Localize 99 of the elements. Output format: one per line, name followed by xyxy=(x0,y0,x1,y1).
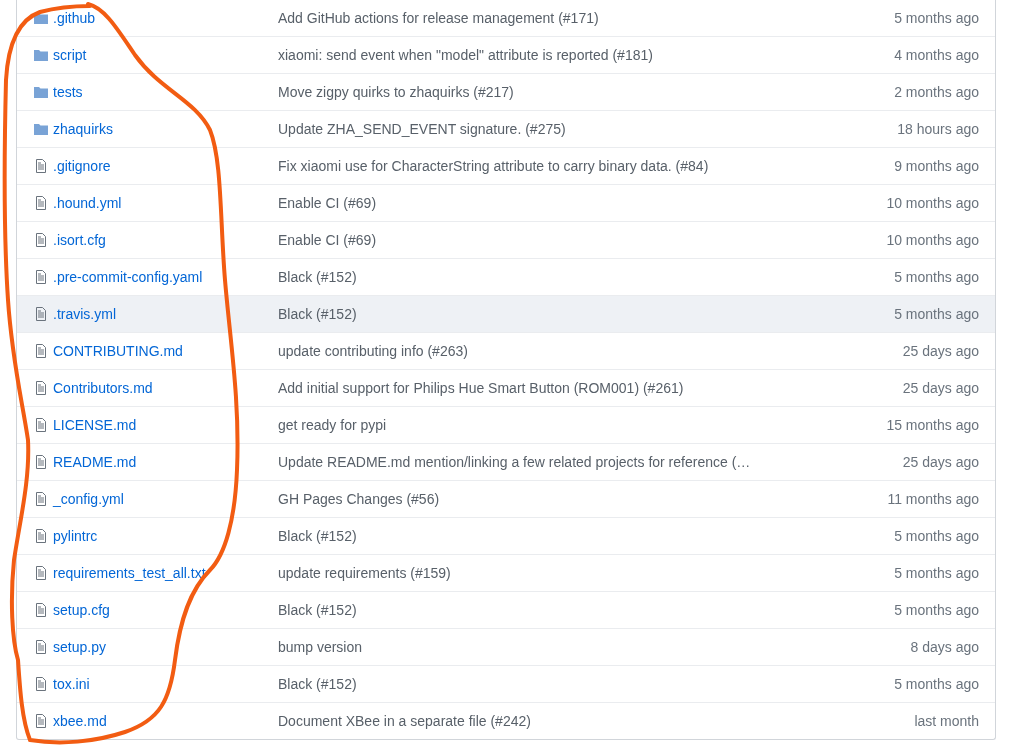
file-icon xyxy=(33,417,49,433)
commit-age: 18 hours ago xyxy=(897,121,979,137)
file-name-link[interactable]: Contributors.md xyxy=(53,380,278,396)
commit-message[interactable]: get ready for pypi xyxy=(278,417,887,433)
commit-message[interactable]: Enable CI (#69) xyxy=(278,232,887,248)
commit-age: 5 months ago xyxy=(894,676,979,692)
commit-message[interactable]: GH Pages Changes (#56) xyxy=(278,491,888,507)
file-row[interactable]: .isort.cfg Enable CI (#69) 10 months ago xyxy=(17,222,995,258)
file-name-link[interactable]: setup.py xyxy=(53,639,278,655)
file-icon xyxy=(33,306,49,322)
file-icon xyxy=(33,380,49,396)
file-icon xyxy=(33,676,49,692)
file-row[interactable]: .gitignore Fix xiaomi use for CharacterString attribute to carry binary data. (#84) 9 months ago xyxy=(17,148,995,184)
file-name-link[interactable]: script xyxy=(53,47,278,63)
commit-message[interactable]: update requirements (#159) xyxy=(278,565,895,581)
file-row[interactable]: pylintrc Black (#152) 5 months ago xyxy=(17,518,995,554)
file-name-link[interactable]: .travis.yml xyxy=(53,306,278,322)
file-row[interactable]: LICENSE.md get ready for pypi 15 months ago xyxy=(17,407,995,443)
commit-age: last month xyxy=(914,713,979,729)
file-name-link[interactable]: .isort.cfg xyxy=(53,232,278,248)
file-row[interactable]: zhaquirks Update ZHA_SEND_EVENT signature. (#275) 18 hours ago xyxy=(17,111,995,147)
file-row[interactable]: CONTRIBUTING.md update contributing info (#263) 25 days ago xyxy=(17,333,995,369)
file-row[interactable]: script xiaomi: send event when "model" attribute is reported (#181) 4 months ago xyxy=(17,37,995,73)
file-row[interactable]: .github Add GitHub actions for release management (#171) 5 months ago xyxy=(17,0,995,36)
file-name-link[interactable]: .github xyxy=(53,10,278,26)
commit-message[interactable]: update contributing info (#263) xyxy=(278,343,903,359)
file-name-link[interactable]: tox.ini xyxy=(53,676,278,692)
commit-message[interactable]: Update ZHA_SEND_EVENT signature. (#275) xyxy=(278,121,898,137)
commit-message[interactable]: Black (#152) xyxy=(278,528,895,544)
commit-age: 25 days ago xyxy=(902,454,979,470)
file-icon xyxy=(33,232,49,248)
file-row[interactable]: .travis.yml Black (#152) 5 months ago xyxy=(17,296,995,332)
file-row[interactable]: requirements_test_all.txt update requirements (#159) 5 months ago xyxy=(17,555,995,591)
file-icon xyxy=(33,565,49,581)
file-name-link[interactable]: .pre-commit-config.yaml xyxy=(53,269,278,285)
commit-age: 5 months ago xyxy=(894,306,979,322)
folder-icon xyxy=(33,47,49,63)
folder-icon xyxy=(33,84,49,100)
file-row[interactable]: tests Move zigpy quirks to zhaquirks (#217) 2 months ago xyxy=(17,74,995,110)
commit-message[interactable]: Enable CI (#69) xyxy=(278,195,887,211)
commit-message[interactable]: Update README.md mention/linking a few related projects for reference (… xyxy=(278,454,903,470)
commit-message[interactable]: Black (#152) xyxy=(278,676,895,692)
commit-message[interactable]: bump version xyxy=(278,639,911,655)
file-name-link[interactable]: tests xyxy=(53,84,278,100)
file-row[interactable]: .pre-commit-config.yaml Black (#152) 5 months ago xyxy=(17,259,995,295)
commit-age: 5 months ago xyxy=(894,269,979,285)
commit-age: 4 months ago xyxy=(894,47,979,63)
commit-age: 25 days ago xyxy=(902,343,979,359)
commit-message[interactable]: Black (#152) xyxy=(278,269,895,285)
file-row[interactable]: tox.ini Black (#152) 5 months ago xyxy=(17,666,995,702)
file-row[interactable]: README.md Update README.md mention/linking a few related projects for reference (… 25 days ago xyxy=(17,444,995,480)
commit-age: 10 months ago xyxy=(886,232,979,248)
file-row[interactable]: setup.cfg Black (#152) 5 months ago xyxy=(17,592,995,628)
file-icon xyxy=(33,269,49,285)
commit-message[interactable]: Fix xiaomi use for CharacterString attribute to carry binary data. (#84) xyxy=(278,158,895,174)
file-name-link[interactable]: LICENSE.md xyxy=(53,417,278,433)
file-row[interactable]: Contributors.md Add initial support for Philips Hue Smart Button (ROM001) (#261) 25 days ago xyxy=(17,370,995,406)
folder-icon xyxy=(33,121,49,137)
file-icon xyxy=(33,158,49,174)
file-icon xyxy=(33,343,49,359)
commit-age: 5 months ago xyxy=(894,565,979,581)
commit-age: 5 months ago xyxy=(894,602,979,618)
file-icon xyxy=(33,491,49,507)
file-icon xyxy=(33,195,49,211)
commit-message[interactable]: xiaomi: send event when "model" attribute is reported (#181) xyxy=(278,47,895,63)
commit-age: 15 months ago xyxy=(886,417,979,433)
commit-age: 5 months ago xyxy=(894,528,979,544)
commit-message[interactable]: Black (#152) xyxy=(278,602,895,618)
commit-age: 10 months ago xyxy=(886,195,979,211)
file-row[interactable]: _config.yml GH Pages Changes (#56) 11 months ago xyxy=(17,481,995,517)
commit-message[interactable]: Add initial support for Philips Hue Smart Button (ROM001) (#261) xyxy=(278,380,903,396)
commit-message[interactable]: Black (#152) xyxy=(278,306,895,322)
commit-age: 11 months ago xyxy=(887,491,979,507)
file-name-link[interactable]: _config.yml xyxy=(53,491,278,507)
file-icon xyxy=(33,639,49,655)
file-row[interactable]: xbee.md Document XBee in a separate file (#242) last month xyxy=(17,703,995,739)
file-icon xyxy=(33,528,49,544)
file-icon xyxy=(33,602,49,618)
file-name-link[interactable]: CONTRIBUTING.md xyxy=(53,343,278,359)
commit-message[interactable]: Add GitHub actions for release management (#171) xyxy=(278,10,895,26)
file-name-link[interactable]: .gitignore xyxy=(53,158,278,174)
commit-message[interactable]: Document XBee in a separate file (#242) xyxy=(278,713,915,729)
file-name-link[interactable]: README.md xyxy=(53,454,278,470)
file-row[interactable]: .hound.yml Enable CI (#69) 10 months ago xyxy=(17,185,995,221)
file-row[interactable]: setup.py bump version 8 days ago xyxy=(17,629,995,665)
file-icon xyxy=(33,713,49,729)
commit-age: 2 months ago xyxy=(894,84,979,100)
file-name-link[interactable]: requirements_test_all.txt xyxy=(53,565,278,581)
file-icon xyxy=(33,454,49,470)
commit-message[interactable]: Move zigpy quirks to zhaquirks (#217) xyxy=(278,84,895,100)
commit-age: 9 months ago xyxy=(894,158,979,174)
commit-age: 5 months ago xyxy=(894,10,979,26)
file-name-link[interactable]: zhaquirks xyxy=(53,121,278,137)
file-name-link[interactable]: xbee.md xyxy=(53,713,278,729)
commit-age: 8 days ago xyxy=(910,639,979,655)
file-name-link[interactable]: pylintrc xyxy=(53,528,278,544)
file-name-link[interactable]: .hound.yml xyxy=(53,195,278,211)
commit-age: 25 days ago xyxy=(902,380,979,396)
file-name-link[interactable]: setup.cfg xyxy=(53,602,278,618)
